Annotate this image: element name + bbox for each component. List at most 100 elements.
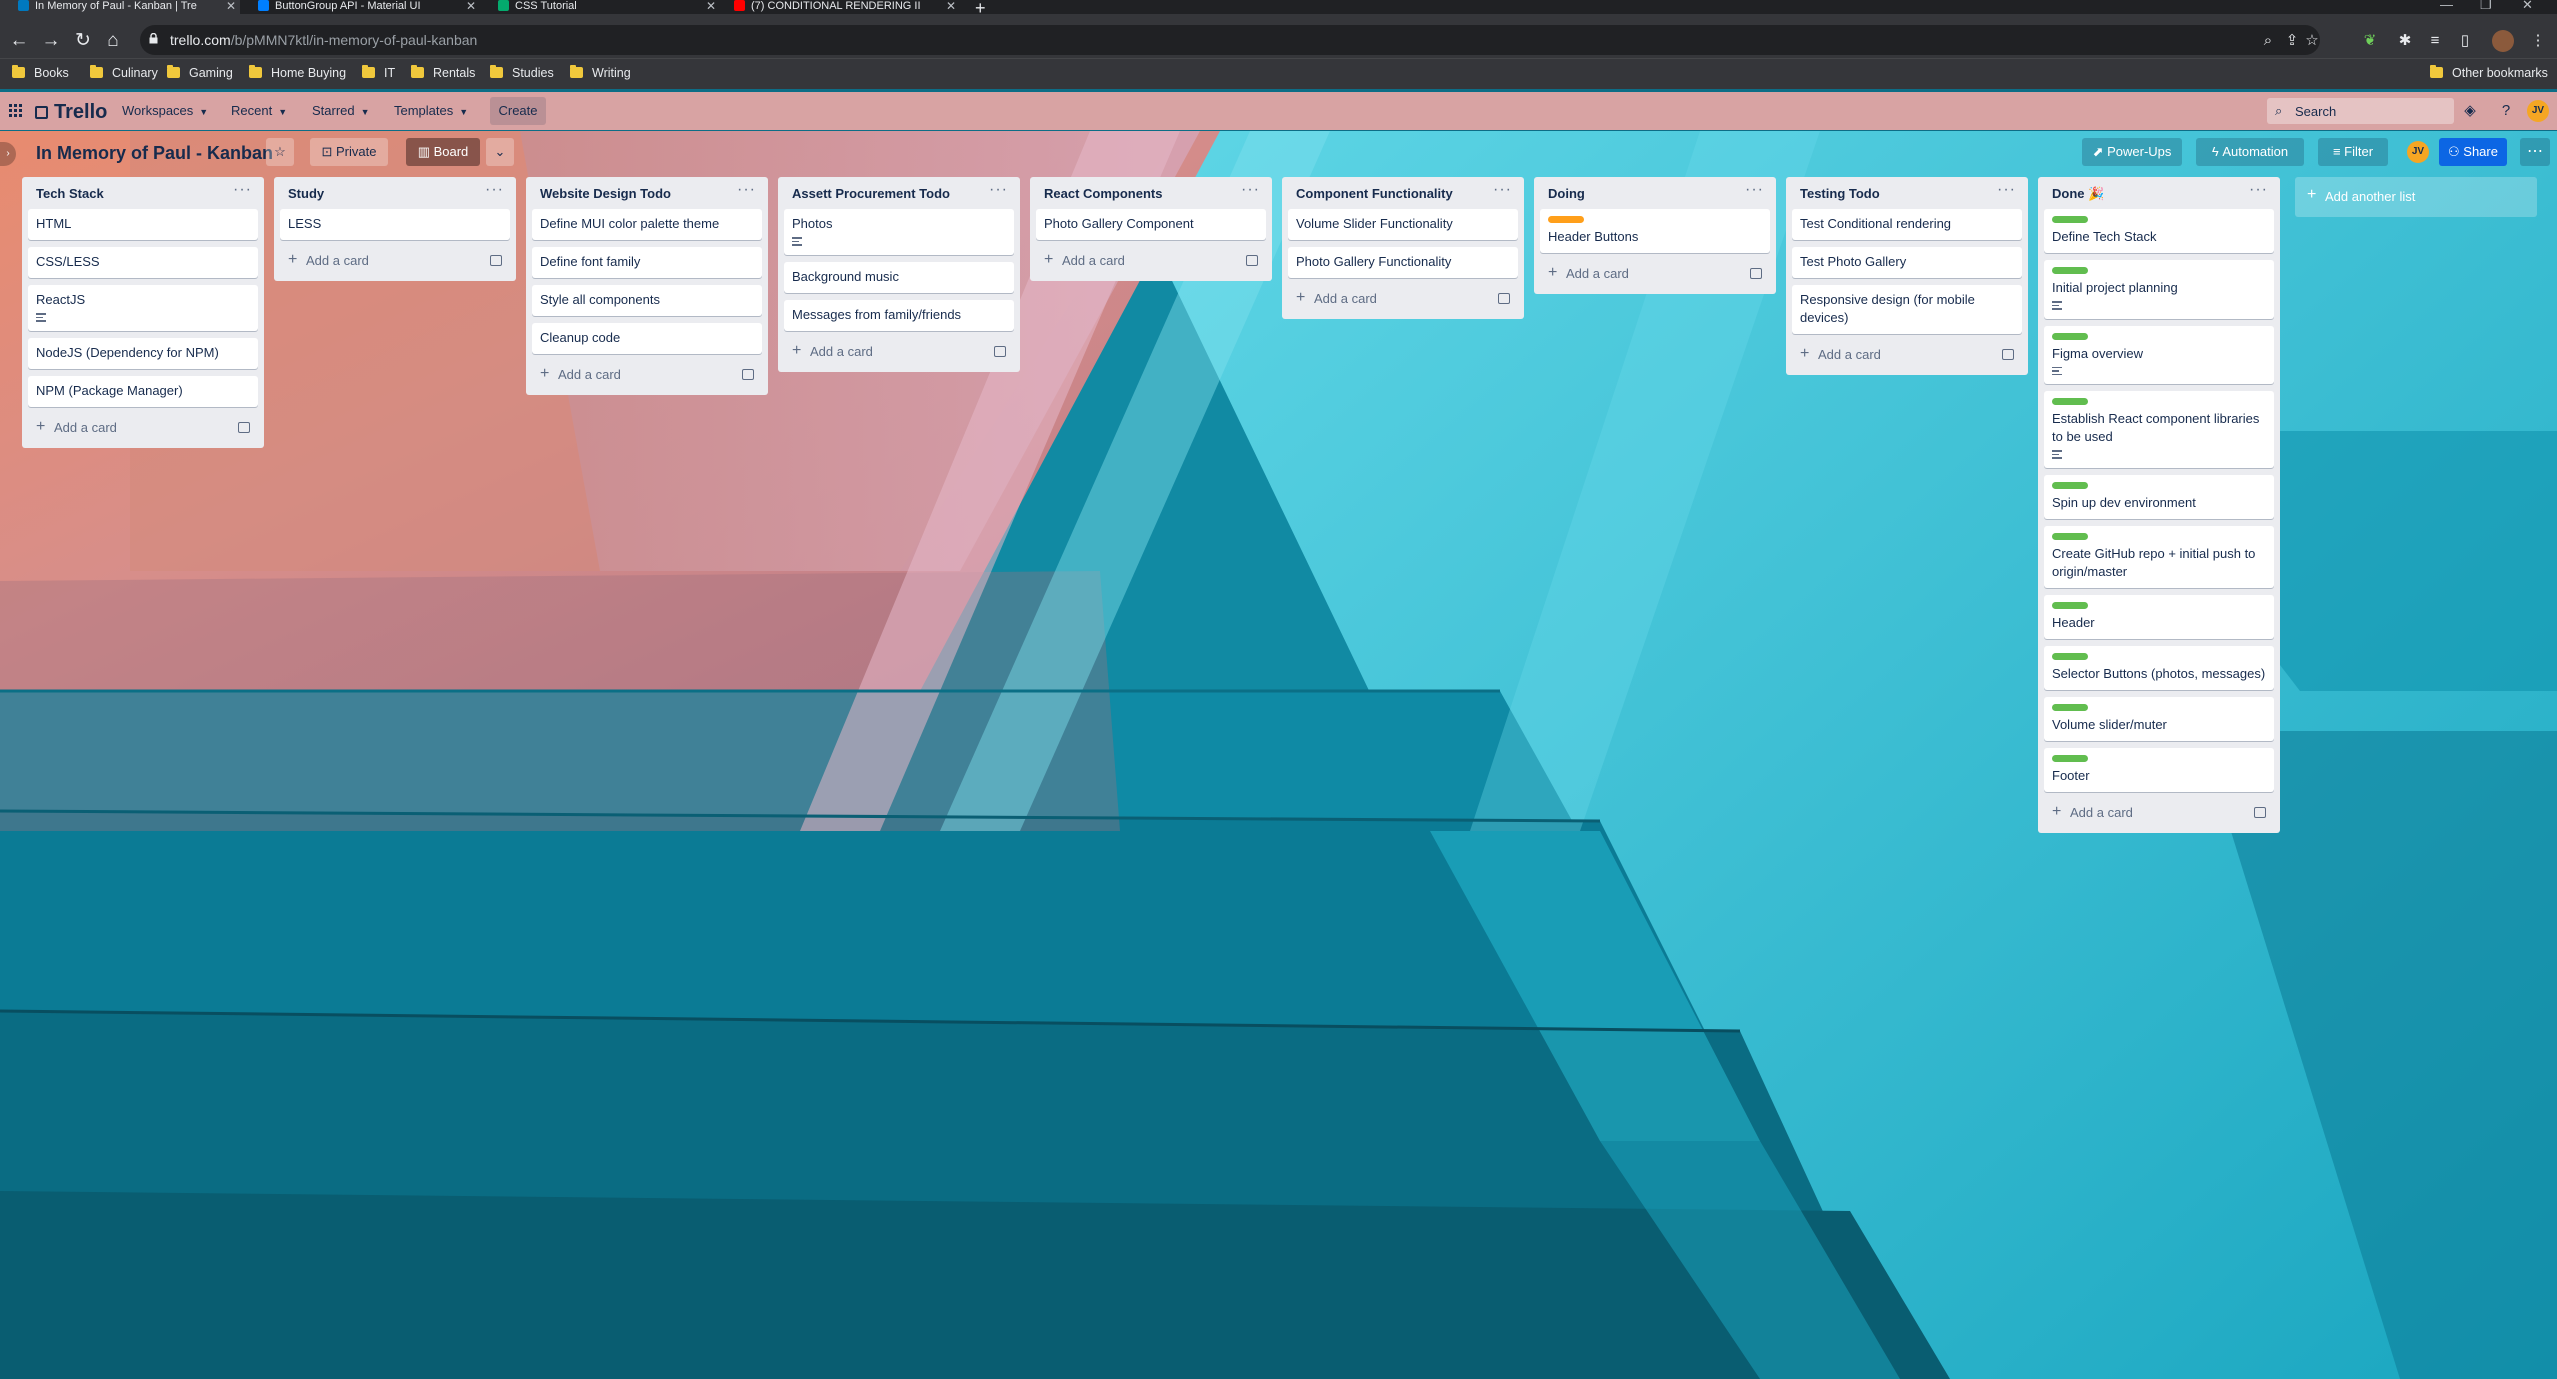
list-menu-icon[interactable]: ···	[233, 181, 252, 199]
card-template-icon[interactable]	[1246, 255, 1258, 266]
card-template-icon[interactable]	[1750, 268, 1762, 279]
avatar[interactable]: JV	[2527, 100, 2549, 122]
list[interactable]: Done 🎉 ··· Define Tech Stack Initial projec…	[2038, 177, 2280, 833]
other-bookmarks-folder[interactable]: Other bookmarks	[2430, 65, 2548, 80]
card-label[interactable]	[1548, 216, 1584, 223]
add-card-button[interactable]: + Add a card	[1540, 260, 1770, 288]
add-card-button[interactable]: + Add a card	[280, 247, 510, 275]
add-card-button[interactable]: + Add a card	[2044, 799, 2274, 827]
list-menu-icon[interactable]: ···	[1241, 181, 1260, 199]
add-card-button[interactable]: + Add a card	[784, 338, 1014, 366]
card[interactable]: Volume Slider Functionality	[1288, 209, 1518, 240]
card[interactable]: CSS/LESS	[28, 247, 258, 278]
list-header[interactable]: Done 🎉 ···	[2044, 177, 2274, 209]
visibility-button[interactable]: ⊡ Private	[310, 138, 388, 166]
close-tab-icon[interactable]: ✕	[226, 0, 236, 12]
bookmark-folder[interactable]: Studies	[490, 65, 554, 80]
card[interactable]: ReactJS	[28, 285, 258, 331]
list-title[interactable]: Component Functionality	[1296, 186, 1453, 201]
card-label[interactable]	[2052, 216, 2088, 223]
power-ups-button[interactable]: ⬈ Power-Ups	[2082, 138, 2182, 166]
list-menu-icon[interactable]: ···	[1493, 181, 1512, 199]
list-menu-icon[interactable]: ···	[485, 181, 504, 199]
list-header[interactable]: React Components ···	[1036, 177, 1266, 209]
list-header[interactable]: Component Functionality ···	[1288, 177, 1518, 209]
card-label[interactable]	[2052, 267, 2088, 274]
card[interactable]: Background music	[784, 261, 1014, 293]
list-header[interactable]: Tech Stack ···	[28, 177, 258, 209]
profile-avatar-icon[interactable]	[2492, 30, 2514, 52]
list-title[interactable]: React Components	[1044, 186, 1162, 201]
reload-icon[interactable]: ↻	[70, 28, 96, 54]
view-switcher-chevron-icon[interactable]: ⌄	[486, 138, 514, 166]
add-card-button[interactable]: + Add a card	[1036, 247, 1266, 275]
trello-logo[interactable]: Trello	[35, 101, 107, 124]
home-icon[interactable]: ⌂	[100, 28, 126, 54]
share-page-icon[interactable]: ⇪	[2282, 31, 2302, 51]
star-board-icon[interactable]: ☆	[266, 138, 294, 166]
list-title[interactable]: Assett Procurement Todo	[792, 186, 950, 201]
app-switcher-icon[interactable]	[9, 104, 23, 118]
side-panel-icon[interactable]: ▯	[2455, 31, 2475, 51]
card-label[interactable]	[2052, 532, 2088, 540]
list[interactable]: Component Functionality ··· Volume Slider …	[1282, 177, 1524, 319]
card[interactable]: Test Photo Gallery	[1792, 247, 2022, 278]
card-template-icon[interactable]	[994, 345, 1006, 357]
card[interactable]: Header	[2044, 594, 2274, 639]
list[interactable]: Study ··· LESS + Add a card	[274, 177, 516, 281]
create-button[interactable]: Create	[490, 97, 546, 125]
card[interactable]: Create GitHub repo + initial push to ori…	[2044, 525, 2274, 588]
bookmark-star-icon[interactable]: ☆	[2302, 31, 2322, 51]
card[interactable]: Test Conditional rendering	[1792, 209, 2022, 240]
card[interactable]: Photo Gallery Component	[1036, 209, 1266, 240]
card-template-icon[interactable]	[742, 369, 754, 380]
close-tab-icon[interactable]: ✕	[706, 0, 716, 12]
list-header[interactable]: Website Design Todo ···	[532, 177, 762, 209]
back-arrow-icon[interactable]: ←	[6, 28, 32, 54]
list-menu-icon[interactable]: ···	[2249, 181, 2268, 199]
card[interactable]: Selector Buttons (photos, messages)	[2044, 645, 2274, 690]
list-menu-icon[interactable]: ···	[989, 181, 1008, 199]
add-list-button[interactable]: + Add another list	[2295, 177, 2537, 217]
forward-arrow-icon[interactable]: →	[38, 28, 64, 54]
close-window-icon[interactable]: ✕	[2522, 0, 2533, 13]
list-menu-icon[interactable]: ···	[1997, 181, 2016, 199]
card[interactable]: Footer	[2044, 747, 2274, 792]
member-avatar[interactable]: JV	[2407, 141, 2429, 163]
card[interactable]: Photo Gallery Functionality	[1288, 247, 1518, 278]
card-label[interactable]	[2052, 601, 2088, 609]
card[interactable]: Header Buttons	[1540, 209, 1770, 253]
card[interactable]: HTML	[28, 209, 258, 240]
starred-menu[interactable]: Starred ▼	[312, 103, 370, 118]
list[interactable]: Doing ··· Header Buttons + Add a card	[1534, 177, 1776, 294]
browser-tab[interactable]: (7) CONDITIONAL RENDERING II ✕	[720, 0, 960, 14]
card[interactable]: NodeJS (Dependency for NPM)	[28, 337, 258, 369]
card-label[interactable]	[2052, 481, 2088, 489]
extensions-puzzle-icon[interactable]: ✱	[2395, 31, 2415, 51]
bookmark-folder[interactable]: Culinary	[90, 65, 158, 80]
browser-tab[interactable]: CSS Tutorial ✕	[480, 0, 720, 14]
card[interactable]: NPM (Package Manager)	[28, 375, 258, 407]
search-input[interactable]: ⌕ Search	[2267, 98, 2454, 124]
card-label[interactable]	[2052, 652, 2088, 660]
card[interactable]: LESS	[280, 209, 510, 240]
help-icon[interactable]: ?	[2495, 100, 2517, 122]
add-card-button[interactable]: + Add a card	[28, 414, 258, 442]
list-title[interactable]: Doing	[1548, 186, 1585, 201]
card[interactable]: Messages from family/friends	[784, 299, 1014, 331]
card-label[interactable]	[2052, 703, 2088, 711]
filter-button[interactable]: ≡ Filter	[2318, 138, 2388, 166]
templates-menu[interactable]: Templates ▼	[394, 103, 468, 118]
browser-tab[interactable]: ButtonGroup API - Material UI ✕	[240, 0, 480, 14]
list[interactable]: Assett Procurement Todo ··· Photos Backgrou…	[778, 177, 1020, 372]
card-template-icon[interactable]	[2002, 349, 2014, 360]
card-template-icon[interactable]	[490, 255, 502, 266]
url-field[interactable]: trello.com/b/pMMN7ktl/in-memory-of-paul-…	[140, 25, 2320, 55]
board-view-button[interactable]: ▥ Board	[406, 138, 480, 166]
card-template-icon[interactable]	[2254, 806, 2266, 818]
bookmark-folder[interactable]: Writing	[570, 65, 631, 80]
bookmark-folder[interactable]: Rentals	[411, 65, 475, 80]
automation-button[interactable]: ϟ Automation	[2196, 138, 2304, 166]
add-card-button[interactable]: + Add a card	[1288, 285, 1518, 313]
list-title[interactable]: Study	[288, 186, 324, 201]
